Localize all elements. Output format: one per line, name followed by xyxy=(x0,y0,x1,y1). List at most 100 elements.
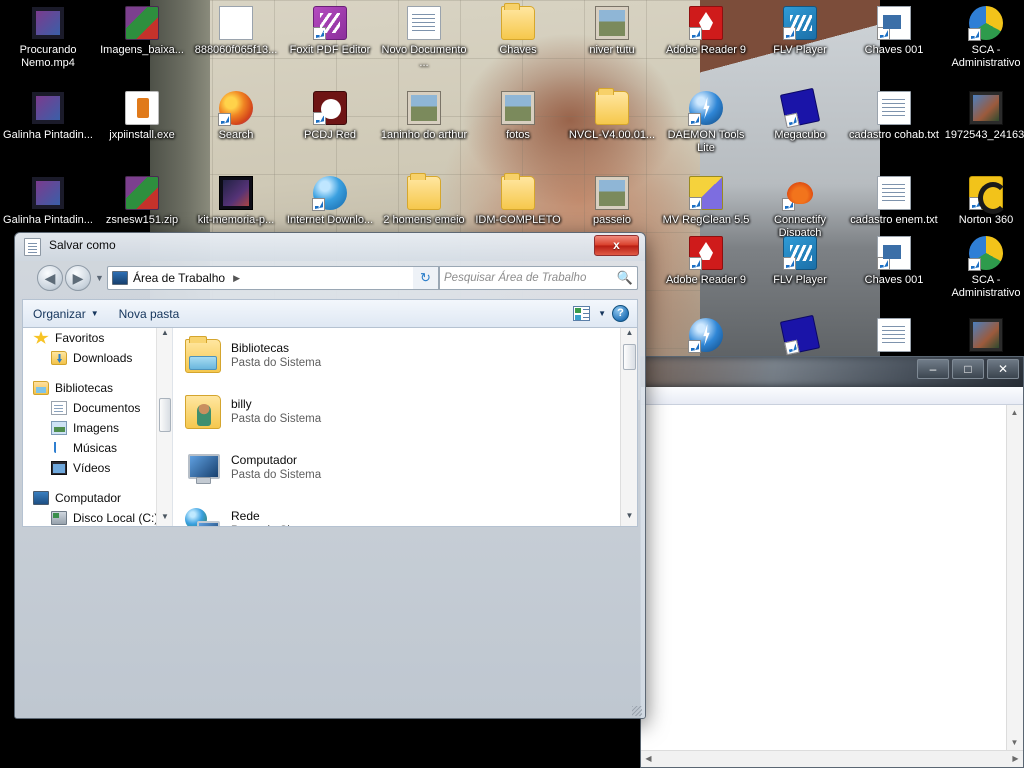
search-box[interactable]: Pesquisar Área de Trabalho 🔍 xyxy=(439,266,638,290)
resize-grip[interactable] xyxy=(632,706,642,716)
desktop-icon[interactable]: NVCL-V4.00.01... xyxy=(566,88,658,142)
sidebar-item-v-deos[interactable]: Vídeos xyxy=(23,458,172,478)
desktop-icon[interactable]: Connectify Dispatch xyxy=(754,176,846,239)
close-button[interactable]: ✕ xyxy=(987,359,1019,379)
forward-button[interactable]: ▶ xyxy=(65,265,91,291)
sidebar-item-imagens[interactable]: Imagens xyxy=(23,418,172,438)
scroll-down-icon[interactable]: ▼ xyxy=(157,512,172,526)
sidebar-item-favoritos[interactable]: Favoritos xyxy=(23,328,172,348)
scroll-left-icon[interactable]: ◀ xyxy=(641,751,656,766)
desktop-icon[interactable]: FLV Player xyxy=(754,236,846,287)
desktop[interactable]: Procurando Nemo.mp4 Imagens_baixa... 88806… xyxy=(0,0,1024,768)
file-list-item[interactable]: billy Pasta do Sistema xyxy=(173,384,637,440)
desktop-icon[interactable]: SCA - Administrativo xyxy=(940,236,1024,299)
back-button[interactable]: ◀ xyxy=(37,265,63,291)
recent-locations-icon[interactable]: ▼ xyxy=(95,273,104,283)
refresh-button[interactable]: ↻ xyxy=(413,266,439,290)
desktop-icon[interactable]: Galinha Pintadin... xyxy=(2,91,94,142)
search-input[interactable]: Pesquisar Área de Trabalho xyxy=(444,272,617,284)
scroll-up-icon[interactable]: ▲ xyxy=(621,328,637,343)
breadcrumb-separator-icon[interactable]: ▶ xyxy=(233,273,240,284)
scrollbar-thumb[interactable] xyxy=(623,344,636,370)
chevron-down-icon[interactable]: ▼ xyxy=(598,309,606,318)
desktop-icon[interactable]: Novo Documento ... xyxy=(378,6,470,69)
desktop-icon[interactable]: IDM-COMPLETO xyxy=(472,173,564,227)
desktop-icon[interactable]: Chaves 001 xyxy=(848,236,940,287)
nova-pasta-button[interactable]: Nova pasta xyxy=(109,307,190,321)
dialog-titlebar[interactable]: Salvar como x xyxy=(15,233,645,261)
desktop-icon[interactable]: fotos xyxy=(472,91,564,142)
desktop-icon[interactable] xyxy=(848,318,940,356)
desktop-icon-label: FLV Player xyxy=(773,274,827,286)
scroll-up-icon[interactable]: ▲ xyxy=(1007,405,1022,420)
desktop-icon[interactable]: jxpiinstall.exe xyxy=(96,91,188,142)
desktop-icon[interactable]: kit-memoria-p... xyxy=(190,176,282,227)
scroll-down-icon[interactable]: ▼ xyxy=(1007,735,1022,750)
desktop-icon[interactable]: Chaves 001 xyxy=(848,6,940,57)
desktop-icon[interactable]: cadastro cohab.txt xyxy=(848,91,940,142)
desktop-icon[interactable]: Imagens_baixa... xyxy=(96,6,188,57)
desktop-icon[interactable] xyxy=(660,318,752,356)
background-window[interactable]: – □ ✕ ▲ ▼ ◀ ▶ xyxy=(640,356,1024,768)
desktop-icon-label: niver tutu xyxy=(589,44,635,56)
desktop-icon[interactable]: 1aninho do arthur xyxy=(378,91,470,142)
desktop-icon[interactable]: Adobe Reader 9 xyxy=(660,236,752,287)
file-list-pane[interactable]: Bibliotecas Pasta do Sistema billy Pasta do… xyxy=(173,328,637,526)
desktop-icon[interactable]: PCDJ Red xyxy=(284,91,376,142)
scroll-down-icon[interactable]: ▼ xyxy=(621,511,637,526)
desktop-icon[interactable]: cadastro enem.txt xyxy=(848,176,940,227)
background-window-horizontal-scrollbar[interactable]: ◀ ▶ xyxy=(641,750,1023,767)
desktop-icon[interactable]: MV RegClean 5.5 xyxy=(660,176,752,227)
sidebar-item-m-sicas[interactable]: Músicas xyxy=(23,438,172,458)
minimize-button[interactable]: – xyxy=(917,359,949,379)
file-list-scrollbar[interactable]: ▲ ▼ xyxy=(620,328,637,526)
desktop-icon[interactable]: zsnesw151.zip xyxy=(96,176,188,227)
desktop-icon[interactable]: Galinha Pintadin... xyxy=(2,176,94,227)
desktop-icon[interactable]: 1972543_24163. xyxy=(940,91,1024,142)
desktop-icon[interactable]: 2 homens emeio xyxy=(378,173,470,227)
desktop-icon[interactable]: 888060f065f13... xyxy=(190,6,282,57)
desktop-icon[interactable]: Chaves xyxy=(472,3,564,57)
file-list-item[interactable]: RedePasta do Sistema xyxy=(173,496,637,526)
desktop-icon[interactable]: DAEMON Tools Lite xyxy=(660,91,752,154)
scrollbar-thumb[interactable] xyxy=(159,398,171,432)
file-list[interactable]: Bibliotecas Pasta do Sistema billy Pasta do… xyxy=(173,328,637,526)
scroll-up-icon[interactable]: ▲ xyxy=(157,328,172,342)
sidebar-item-bibliotecas[interactable]: Bibliotecas xyxy=(23,378,172,398)
sidebar-item-downloads[interactable]: Downloads xyxy=(23,348,172,368)
background-window-vertical-scrollbar[interactable]: ▲ ▼ xyxy=(1006,405,1023,750)
scroll-right-icon[interactable]: ▶ xyxy=(1008,751,1023,766)
desktop-icon[interactable] xyxy=(754,314,846,356)
dialog-close-button[interactable]: x xyxy=(594,235,639,256)
navigation-scrollbar[interactable]: ▲ ▼ xyxy=(156,328,172,526)
desktop-icon[interactable]: Search xyxy=(190,91,282,142)
desktop-icon[interactable]: FLV Player xyxy=(754,6,846,57)
organizar-menu[interactable]: Organizar ▼ xyxy=(23,307,109,321)
sidebar-item-disco-local-c[interactable]: Disco Local (C:) xyxy=(23,508,172,526)
background-window-titlebar[interactable]: – □ ✕ xyxy=(641,357,1023,387)
desktop-icon[interactable]: passeio xyxy=(566,176,658,227)
help-icon[interactable]: ? xyxy=(612,305,629,322)
desktop-icon[interactable] xyxy=(940,318,1024,356)
maximize-button[interactable]: □ xyxy=(952,359,984,379)
save-as-dialog[interactable]: Salvar como x ◀ ▶ ▼ Área de Trabalho ▶ ▼… xyxy=(14,232,646,719)
desktop-icon[interactable]: SCA - Administrativo xyxy=(940,6,1024,69)
breadcrumb-path[interactable]: Área de Trabalho xyxy=(133,271,225,285)
desktop-icon[interactable]: niver tutu xyxy=(566,6,658,57)
desktop-icon[interactable]: Foxit PDF Editor xyxy=(284,6,376,57)
desktop-icon[interactable]: Norton 360 xyxy=(940,176,1024,227)
dialog-toolbar[interactable]: Organizar ▼ Nova pasta ▼ ? xyxy=(22,299,638,327)
desktop-icon[interactable]: Procurando Nemo.mp4 xyxy=(2,6,94,69)
desktop-icon[interactable]: Internet Downlo... xyxy=(284,176,376,227)
navigation-list[interactable]: Favoritos Downloads Bibliotecas Documentos I… xyxy=(23,328,172,526)
file-list-item[interactable]: Computador Pasta do Sistema xyxy=(173,440,637,496)
desktop-icon-label: Norton 360 xyxy=(958,214,1014,226)
navigation-pane[interactable]: Favoritos Downloads Bibliotecas Documentos I… xyxy=(23,328,173,526)
desktop-icon[interactable]: Adobe Reader 9 xyxy=(660,6,752,57)
sidebar-item-computador[interactable]: Computador xyxy=(23,488,172,508)
file-list-item[interactable]: Bibliotecas Pasta do Sistema xyxy=(173,328,637,384)
window-controls[interactable]: – □ ✕ xyxy=(917,359,1019,379)
sidebar-item-documentos[interactable]: Documentos xyxy=(23,398,172,418)
desktop-icon[interactable]: Megacubo xyxy=(754,87,846,142)
view-mode-button[interactable]: ▼ xyxy=(573,306,606,321)
